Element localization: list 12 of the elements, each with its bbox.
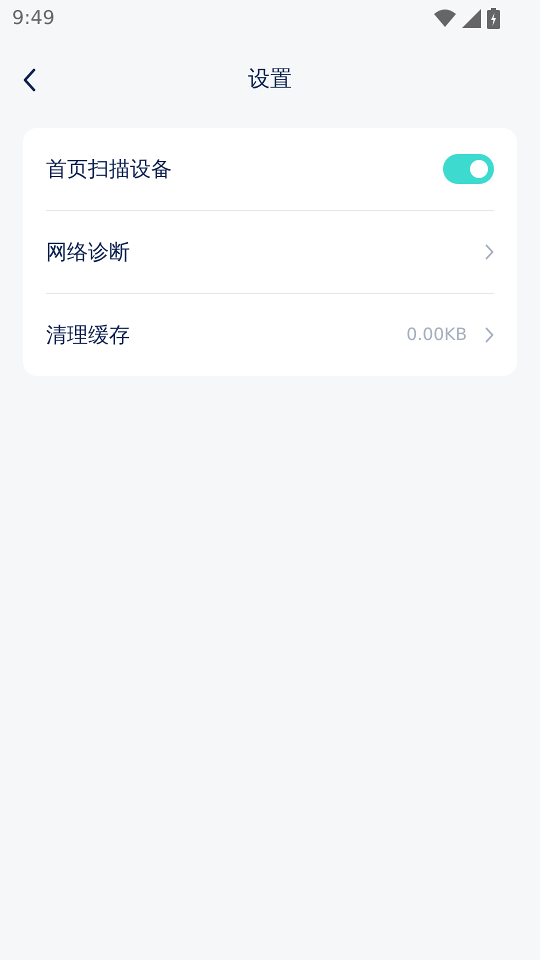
setting-label: 首页扫描设备 [46, 156, 172, 183]
chevron-right-icon[interactable] [485, 244, 494, 260]
chevron-right-icon[interactable] [485, 327, 494, 343]
setting-value: 0.00KB [406, 325, 467, 345]
wifi-icon [434, 9, 456, 27]
toggle-switch[interactable] [443, 154, 494, 184]
status-time: 9:49 [12, 7, 55, 29]
battery-icon [487, 8, 500, 28]
setting-label: 清理缓存 [46, 322, 130, 349]
signal-icon [462, 8, 481, 28]
setting-label: 网络诊断 [46, 239, 130, 266]
page-title: 设置 [248, 66, 292, 94]
